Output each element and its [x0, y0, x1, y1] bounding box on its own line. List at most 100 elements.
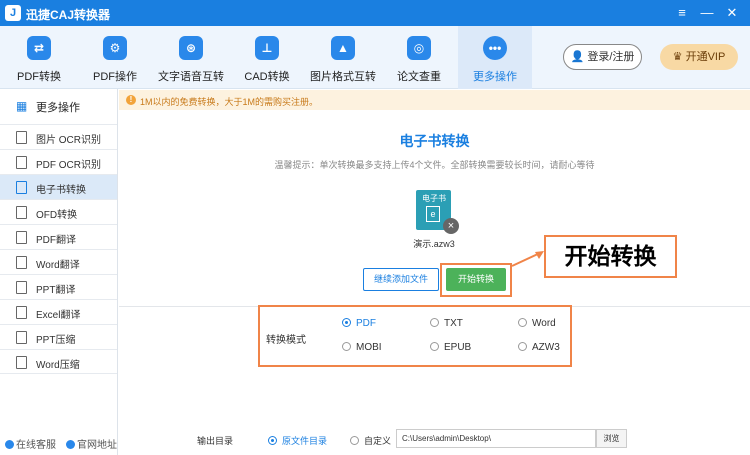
- sidebar-item-label: OFD转换: [36, 210, 78, 221]
- user-icon: 👤: [570, 51, 588, 63]
- login-button[interactable]: 👤 登录/注册: [563, 44, 642, 70]
- document-icon: [16, 281, 27, 294]
- output-option-label: 自定义: [364, 436, 392, 446]
- mode-label: 转换模式: [266, 335, 306, 346]
- radio-icon: [430, 318, 439, 327]
- mode-option-label: TXT: [444, 318, 463, 329]
- globe-icon: [66, 440, 75, 449]
- website-link[interactable]: 官网地址: [66, 436, 117, 451]
- more-icon: •••: [483, 36, 507, 60]
- tool-label: 更多操作: [473, 71, 517, 83]
- service-label: 在线客服: [16, 440, 56, 451]
- file-badge: 电子书: [422, 194, 446, 203]
- file-thumbnail[interactable]: 电子书 e ×: [416, 190, 459, 234]
- add-file-button[interactable]: 继续添加文件: [363, 268, 439, 291]
- callout-label: 开始转换: [544, 235, 677, 278]
- sidebar-item-word-translate[interactable]: Word翻译: [0, 249, 117, 274]
- sidebar-item-label: 图片 OCR识别: [36, 135, 101, 146]
- start-convert-button[interactable]: 开始转换: [446, 268, 506, 291]
- document-icon: [16, 256, 27, 269]
- ebook-letter: e: [426, 206, 440, 222]
- tool-paper-check[interactable]: ◎ 论文查重: [388, 26, 450, 89]
- sidebar-item-pdf-translate[interactable]: PDF翻译: [0, 224, 117, 249]
- tool-label: CAD转换: [244, 71, 290, 83]
- tool-text-voice[interactable]: ⊛ 文字语音互转: [158, 26, 224, 89]
- tool-pdf-operate[interactable]: ⚙ PDF操作: [84, 26, 146, 89]
- gear-icon: ⚙: [103, 36, 127, 60]
- sidebar-item-image-ocr[interactable]: 图片 OCR识别: [0, 124, 117, 149]
- radio-icon: [342, 342, 351, 351]
- warning-icon: !: [126, 95, 136, 105]
- sidebar-item-ebook-convert[interactable]: 电子书转换: [0, 174, 117, 199]
- check-icon: ◎: [407, 36, 431, 60]
- image-icon: ▲: [331, 36, 355, 60]
- mode-option-mobi[interactable]: MOBI: [342, 342, 382, 353]
- mode-option-pdf[interactable]: PDF: [342, 318, 376, 329]
- document-icon: [16, 331, 27, 344]
- output-option-source-dir[interactable]: 原文件目录: [268, 434, 327, 447]
- mode-option-txt[interactable]: TXT: [430, 318, 463, 329]
- mode-option-epub[interactable]: EPUB: [430, 342, 471, 353]
- title-bar: J 迅捷CAJ转换器 ≡ — ✕: [0, 0, 750, 26]
- callout-arrow-icon: [511, 251, 544, 267]
- mode-option-label: Word: [532, 318, 556, 329]
- notice-text: 1M以内的免费转换，大于1M的需购买注册。: [140, 97, 319, 107]
- radio-icon: [430, 342, 439, 351]
- tool-pdf-convert[interactable]: ⇄ PDF转换: [8, 26, 70, 89]
- tool-image-convert[interactable]: ▲ 图片格式互转: [310, 26, 376, 89]
- sidebar-item-label: 电子书转换: [36, 185, 86, 196]
- remove-file-icon[interactable]: ×: [443, 218, 459, 234]
- radio-icon: [350, 436, 359, 445]
- sidebar-header: ▦ 更多操作: [0, 95, 117, 117]
- sidebar-item-excel-translate[interactable]: Excel翻译: [0, 299, 117, 324]
- minimize-button[interactable]: —: [697, 3, 717, 23]
- tool-cad-convert[interactable]: ⊥ CAD转换: [236, 26, 298, 89]
- tool-label: 文字语音互转: [158, 71, 224, 83]
- radio-icon: [518, 318, 527, 327]
- sidebar-item-label: Excel翻译: [36, 310, 81, 321]
- website-label: 官网地址: [77, 440, 117, 451]
- tool-label: 论文查重: [397, 71, 441, 83]
- document-icon: [16, 156, 27, 169]
- sidebar-item-pdf-ocr[interactable]: PDF OCR识别: [0, 149, 117, 174]
- mode-option-label: AZW3: [532, 342, 560, 353]
- online-service-link[interactable]: 在线客服: [5, 436, 56, 451]
- sidebar-item-ppt-translate[interactable]: PPT翻译: [0, 274, 117, 299]
- sidebar-item-label: PPT压缩: [36, 335, 76, 346]
- output-option-custom[interactable]: 自定义: [350, 434, 391, 447]
- output-label: 输出目录: [197, 436, 234, 446]
- document-icon: [16, 231, 27, 244]
- close-button[interactable]: ✕: [722, 3, 742, 23]
- mode-option-label: EPUB: [444, 342, 472, 353]
- mode-option-word[interactable]: Word: [518, 318, 556, 329]
- tip-text: 温馨提示：单次转换最多支持上传4个文件。全部转换需要较长时间，请耐心等待: [274, 160, 595, 170]
- file-name: 演示.azw3: [413, 239, 455, 249]
- document-icon: [16, 131, 27, 144]
- output-path-field[interactable]: C:\Users\admin\Desktop\: [396, 429, 596, 448]
- mode-option-azw3[interactable]: AZW3: [518, 342, 560, 353]
- sidebar-item-ppt-compress[interactable]: PPT压缩: [0, 324, 117, 349]
- tool-label: PDF操作: [93, 71, 137, 83]
- document-icon: [16, 206, 27, 219]
- tool-label: 图片格式互转: [310, 71, 376, 83]
- notice-bar: ! 1M以内的免费转换，大于1M的需购买注册。: [119, 90, 750, 110]
- radio-icon: [342, 318, 351, 327]
- sidebar-item-label: Word压缩: [36, 360, 80, 371]
- radio-icon: [268, 436, 277, 445]
- sidebar-item-ofd-convert[interactable]: OFD转换: [0, 199, 117, 224]
- sidebar-header-label: 更多操作: [36, 102, 80, 114]
- service-icon: [5, 440, 14, 449]
- tool-more-operations[interactable]: ••• 更多操作: [458, 26, 532, 89]
- sidebar-item-label: PDF翻译: [36, 235, 76, 246]
- page-title: 电子书转换: [399, 133, 470, 149]
- vip-button[interactable]: ♛ 开通VIP: [660, 44, 738, 70]
- menu-icon[interactable]: ≡: [672, 3, 692, 23]
- app-logo-icon: J: [5, 5, 21, 21]
- document-icon: [16, 356, 27, 369]
- browse-button[interactable]: 浏览: [596, 429, 627, 448]
- output-option-label: 原文件目录: [282, 436, 328, 446]
- app-title: 迅捷CAJ转换器: [26, 8, 111, 22]
- document-icon: [16, 181, 27, 194]
- sidebar-item-word-compress[interactable]: Word压缩: [0, 349, 117, 374]
- swap-icon: ⇄: [27, 36, 51, 60]
